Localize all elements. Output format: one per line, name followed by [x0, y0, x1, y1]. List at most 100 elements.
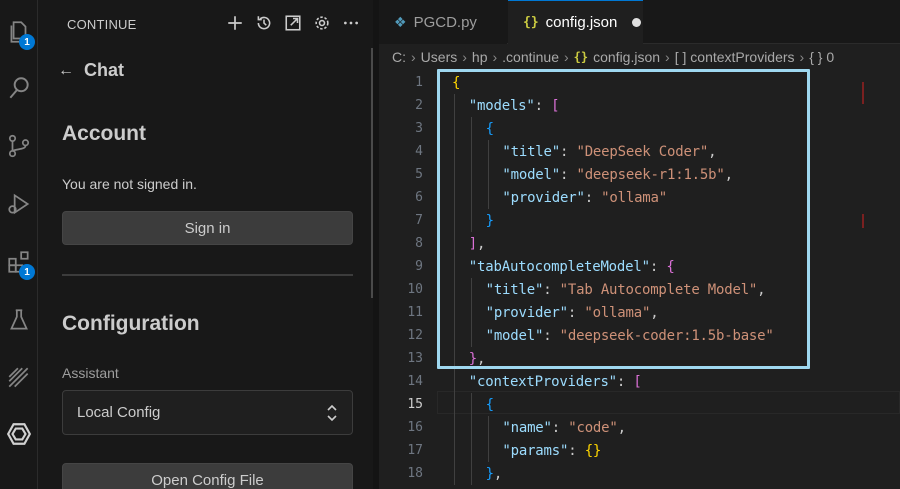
json-braces-icon: {}	[573, 50, 589, 64]
indent-guide	[470, 439, 472, 462]
explorer-icon[interactable]: 1	[0, 12, 38, 52]
code-token: ,	[493, 465, 503, 482]
extensions-icon[interactable]: 1	[0, 242, 38, 282]
plus-icon[interactable]	[224, 12, 246, 34]
back-label: Chat	[84, 60, 124, 80]
code-text: },	[486, 465, 503, 482]
gear-icon[interactable]	[311, 12, 333, 34]
chevron-right-icon: ›	[665, 49, 670, 65]
code-token: :	[568, 442, 585, 459]
assistant-label: Assistant	[62, 365, 119, 381]
code-text: {	[486, 397, 494, 413]
breadcrumb-item[interactable]: hp	[472, 49, 488, 65]
remote-icon[interactable]	[0, 358, 38, 398]
indent-guide	[487, 416, 489, 439]
breadcrumb-item[interactable]: config.json	[593, 49, 660, 65]
continue-panel: CONTINUE ← Chat Account You are not sign…	[38, 0, 374, 489]
assistant-select[interactable]: Local Config	[62, 390, 353, 435]
chevron-right-icon: ›	[799, 49, 805, 65]
line-number: 9	[415, 259, 423, 274]
activity-bar: 1 1	[0, 0, 38, 489]
explorer-badge: 1	[19, 34, 35, 50]
code-line[interactable]: 16 "name": "code",	[379, 416, 900, 439]
line-number: 2	[415, 98, 423, 113]
code-token: {}	[584, 442, 602, 459]
line-number: 11	[407, 305, 423, 320]
code-line[interactable]: 17 "params": {}	[379, 439, 900, 462]
code-token: :	[551, 419, 569, 436]
annotation-highlight-box	[437, 69, 810, 369]
testing-flask-icon[interactable]	[0, 300, 38, 340]
indent-guide	[454, 370, 455, 393]
open-external-icon[interactable]	[282, 12, 304, 34]
breadcrumb-item[interactable]: Users	[421, 49, 458, 65]
panel-header: CONTINUE	[38, 0, 373, 46]
line-number: 18	[407, 466, 423, 481]
chevron-right-icon: ›	[462, 49, 467, 65]
line-number: 7	[415, 213, 423, 228]
code-line[interactable]: 18},	[379, 462, 900, 485]
arrow-left-icon: ←	[58, 61, 74, 79]
tab-label: PGCD.py	[413, 13, 477, 31]
tab-pgcd-py[interactable]: ❖ PGCD.py	[379, 0, 507, 44]
indent-guide	[470, 393, 472, 416]
sign-in-button[interactable]: Sign in	[62, 211, 353, 245]
breadcrumb-item[interactable]: .continue	[502, 49, 559, 65]
code-line[interactable]: 15 {	[379, 393, 900, 416]
code-text: "contextProviders": [	[469, 374, 642, 390]
chevron-up-down-icon	[327, 404, 337, 421]
assistant-select-value: Local Config	[77, 404, 161, 421]
code-token: [	[633, 373, 642, 390]
indent-guide	[470, 416, 472, 439]
code-token: "name"	[502, 419, 552, 436]
breadcrumb-item[interactable]: [ ] contextProviders	[675, 49, 795, 65]
run-debug-icon[interactable]	[0, 184, 38, 224]
indent-guide	[454, 416, 455, 439]
code-text: "name": "code",	[502, 419, 626, 436]
minimap-marker	[862, 82, 864, 104]
chevron-right-icon: ›	[411, 49, 416, 65]
line-number: 12	[407, 328, 423, 343]
history-icon[interactable]	[253, 12, 275, 34]
breadcrumb-item[interactable]: { } 0	[809, 49, 834, 65]
line-number: 15	[407, 397, 423, 412]
extensions-badge: 1	[19, 264, 35, 280]
code-token: :	[616, 373, 634, 390]
breadcrumb-item[interactable]: C:	[392, 49, 406, 65]
more-icon[interactable]	[340, 12, 362, 34]
back-to-chat[interactable]: ← Chat	[58, 60, 124, 81]
panel-title: CONTINUE	[67, 17, 137, 32]
search-icon[interactable]	[0, 68, 38, 108]
indent-guide	[470, 462, 472, 485]
code-token: {	[485, 396, 494, 413]
line-number: 17	[407, 443, 423, 458]
code-line[interactable]: 14 "contextProviders": [	[379, 370, 900, 393]
minimap-marker	[862, 214, 864, 228]
continue-hexagon-icon[interactable]	[0, 414, 38, 454]
line-number: 14	[407, 374, 423, 389]
divider	[62, 274, 353, 276]
line-number: 16	[407, 420, 423, 435]
code-token: "code"	[568, 419, 618, 436]
line-number: 13	[407, 351, 423, 366]
indent-guide	[454, 439, 455, 462]
json-braces-icon: {}	[523, 15, 539, 30]
signed-out-text: You are not signed in.	[62, 176, 197, 192]
account-heading: Account	[62, 122, 146, 145]
line-number: 6	[415, 190, 423, 205]
code-token: "contextProviders"	[468, 373, 617, 390]
code-text: "params": {}	[502, 443, 601, 459]
open-config-file-button[interactable]: Open Config File	[62, 463, 353, 489]
line-number: 8	[415, 236, 423, 251]
line-number: 4	[415, 144, 423, 159]
code-token: "params"	[502, 442, 569, 459]
configuration-heading: Configuration	[62, 312, 200, 335]
breadcrumb: C: › Users › hp › .continue › {} config.…	[392, 49, 834, 65]
source-control-icon[interactable]	[0, 126, 38, 166]
indent-guide	[454, 393, 455, 416]
code-token: ,	[617, 419, 626, 436]
tab-config-json[interactable]: {} config.json	[508, 0, 643, 44]
unsaved-dot-icon[interactable]	[632, 18, 642, 27]
chevron-right-icon: ›	[492, 49, 498, 65]
line-number: 5	[415, 167, 423, 182]
